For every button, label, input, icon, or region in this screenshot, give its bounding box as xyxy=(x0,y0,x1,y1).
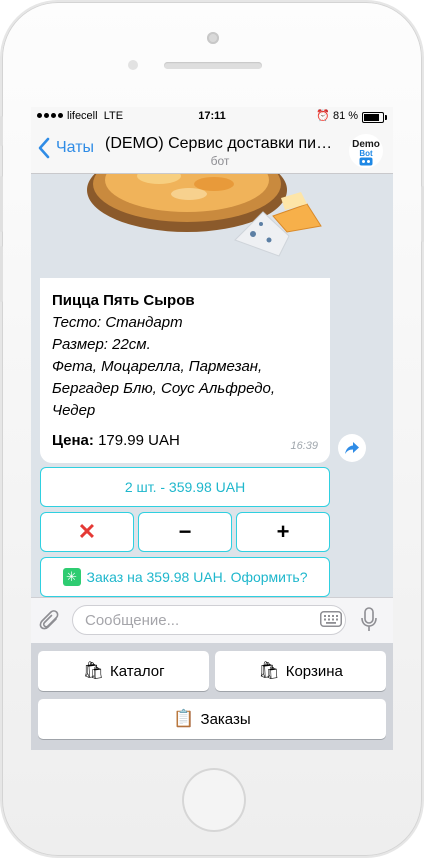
orders-button[interactable]: 📋 Заказы xyxy=(38,699,386,739)
microphone-icon[interactable] xyxy=(361,607,377,633)
minus-icon: − xyxy=(178,519,192,544)
message-bubble: Пицца Пять Сыров Тесто: Стандарт Размер:… xyxy=(40,278,330,463)
share-arrow-icon xyxy=(345,442,359,454)
proximity-sensor xyxy=(128,60,138,70)
checkout-button[interactable]: ✳ Заказ на 359.98 UAH. Оформить? xyxy=(40,557,330,597)
shopping-bag-icon: 🛍 xyxy=(82,661,105,680)
volume-up-button xyxy=(0,176,3,232)
ingredients-line-1: Фета, Моцарелла, Пармезан, xyxy=(52,358,263,375)
battery-percent: 81 % xyxy=(333,110,359,122)
sparkle-icon: ✳ xyxy=(62,568,81,586)
front-camera xyxy=(207,32,219,44)
increase-quantity-button[interactable]: + xyxy=(236,512,330,552)
catalog-button[interactable]: 🛍 Каталог xyxy=(38,651,209,691)
earpiece-speaker xyxy=(164,62,262,69)
pizza-photo[interactable] xyxy=(39,174,329,278)
back-label: Чаты xyxy=(56,139,95,156)
remove-item-button[interactable]: ✕ xyxy=(40,512,134,552)
price-line: Цена: 179.99 UAH xyxy=(52,432,180,449)
plus-icon: + xyxy=(276,519,290,544)
bot-face-icon xyxy=(359,157,373,166)
quantity-button[interactable]: 2 шт. - 359.98 UAH xyxy=(40,467,330,507)
alarm-icon: ⏰ xyxy=(316,110,330,122)
message-input[interactable] xyxy=(72,605,346,635)
decrease-quantity-button[interactable]: − xyxy=(138,512,232,552)
chat-header: Чаты (DEMO) Сервис доставки пиццы бот De… xyxy=(31,127,393,174)
avatar[interactable]: Demo Bot xyxy=(349,134,383,168)
size-line: Размер: 22см. xyxy=(52,336,151,353)
chat-title[interactable]: (DEMO) Сервис доставки пиццы xyxy=(105,135,335,153)
cart-button[interactable]: 🛍 Корзина xyxy=(215,651,386,691)
shopping-bags-icon: 🛍 xyxy=(258,661,280,680)
close-icon: ✕ xyxy=(77,519,97,544)
share-button[interactable] xyxy=(338,434,366,462)
keyboard-icon[interactable] xyxy=(320,611,342,627)
message-input-bar xyxy=(31,597,393,644)
chat-subtitle: бот xyxy=(210,154,230,168)
ingredients-line-2: Бергадер Блю, Соус Альфредо, xyxy=(52,380,276,397)
chevron-left-icon xyxy=(38,137,50,159)
battery-icon xyxy=(362,112,387,123)
bot-reply-keyboard: 🛍 Каталог 🛍 Корзина 📋 Заказы xyxy=(31,643,393,750)
volume-down-button xyxy=(0,246,3,302)
message-time: 16:39 xyxy=(290,440,318,452)
product-name: Пицца Пять Сыров xyxy=(52,292,195,309)
ingredients-line-3: Чедер xyxy=(52,402,96,419)
dough-line: Тесто: Стандарт xyxy=(52,314,183,331)
attach-icon[interactable] xyxy=(39,609,61,633)
home-button[interactable] xyxy=(182,768,246,832)
status-bar: lifecell LTE 17:11 ⏰ 81 % xyxy=(31,107,393,127)
message-list: Пицца Пять Сыров Тесто: Стандарт Размер:… xyxy=(31,174,393,597)
back-button[interactable]: Чаты xyxy=(37,137,94,159)
mute-switch xyxy=(0,116,3,146)
clipboard-icon: 📋 xyxy=(173,709,195,728)
app-screen: lifecell LTE 17:11 ⏰ 81 % Чаты (DEMO) Се… xyxy=(31,107,393,750)
